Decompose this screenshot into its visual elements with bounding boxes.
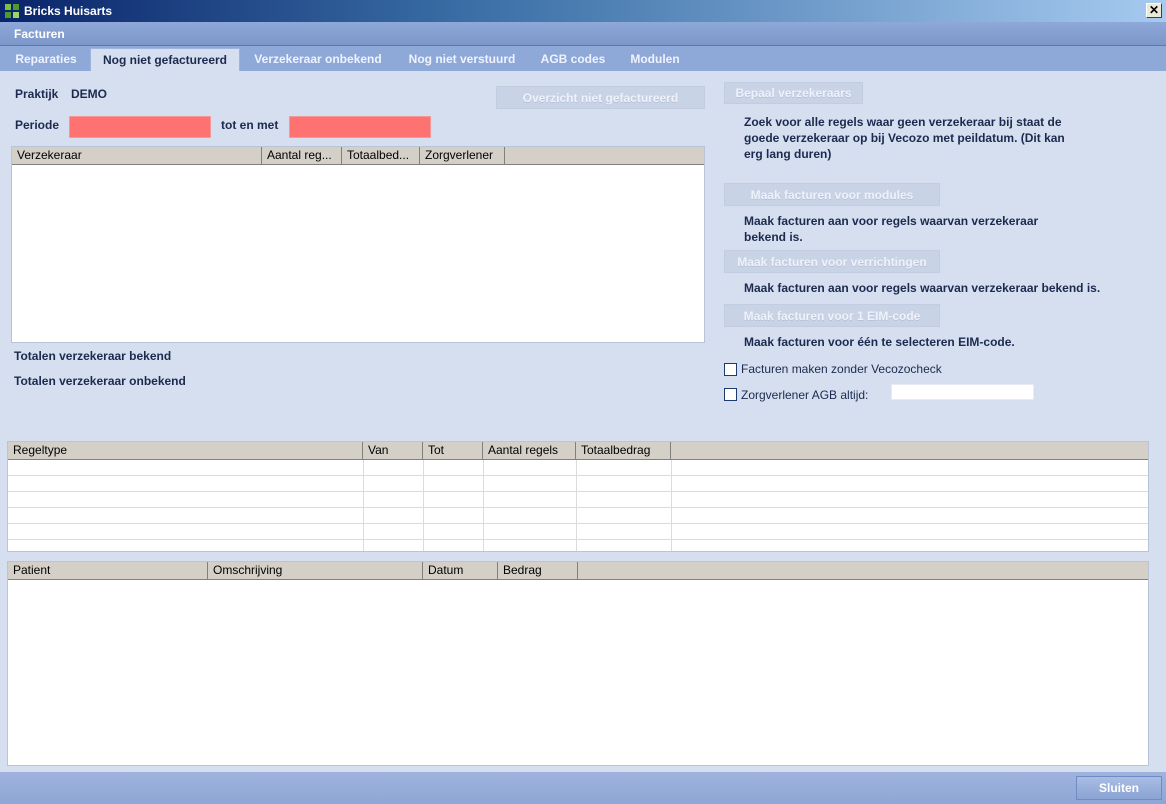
verzekeraar-table-header: Verzekeraar Aantal reg... Totaalbed... Z… <box>12 147 704 165</box>
column-header-verzekeraar[interactable]: Verzekeraar <box>12 147 262 165</box>
sluiten-button[interactable]: Sluiten <box>1076 776 1162 800</box>
tab-nog-niet-verstuurd[interactable]: Nog niet verstuurd <box>398 48 526 71</box>
column-divider <box>671 460 672 551</box>
column-header-regeltype[interactable]: Regeltype <box>8 442 363 460</box>
verzekeraar-table: Verzekeraar Aantal reg... Totaalbed... Z… <box>11 146 705 343</box>
column-header-datum[interactable]: Datum <box>423 562 498 580</box>
column-divider <box>423 460 424 551</box>
regeltype-table: Regeltype Van Tot Aantal regels Totaalbe… <box>7 441 1149 552</box>
eim-description: Maak facturen voor één te selecteren EIM… <box>744 335 1015 349</box>
column-header-van[interactable]: Van <box>363 442 423 460</box>
tab-bar: Reparaties Nog niet gefactureerd Verzeke… <box>0 46 1166 71</box>
tab-reparaties[interactable]: Reparaties <box>4 48 88 71</box>
overzicht-niet-gefactureerd-button[interactable]: Overzicht niet gefactureerd <box>496 86 705 109</box>
footer-bar: Sluiten <box>0 772 1166 804</box>
table-row[interactable] <box>8 460 1148 476</box>
column-divider <box>363 460 364 551</box>
title-bar: Bricks Huisarts ✕ <box>0 0 1166 22</box>
column-header-omschrijving[interactable]: Omschrijving <box>208 562 423 580</box>
table-row[interactable] <box>8 476 1148 492</box>
column-header-patient[interactable]: Patient <box>8 562 208 580</box>
tot-en-met-label: tot en met <box>221 118 279 132</box>
periode-label: Periode <box>15 118 60 132</box>
tab-nog-niet-gefactureerd[interactable]: Nog niet gefactureerd <box>90 48 240 71</box>
table-row[interactable] <box>8 492 1148 508</box>
column-header-totaalbedrag[interactable]: Totaalbedrag <box>576 442 671 460</box>
zorgverlener-agb-checkbox[interactable] <box>724 388 737 401</box>
zorgverlener-agb-label: Zorgverlener AGB altijd: <box>741 388 869 402</box>
window-title: Bricks Huisarts <box>24 4 113 18</box>
column-header-aantal-regels[interactable]: Aantal reg... <box>262 147 342 165</box>
verrichtingen-description: Maak facturen aan voor regels waarvan ve… <box>744 281 1101 295</box>
section-header: Facturen <box>0 22 1166 46</box>
column-divider <box>576 460 577 551</box>
patient-table: Patient Omschrijving Datum Bedrag <box>7 561 1149 766</box>
section-title: Facturen <box>14 27 65 41</box>
table-row[interactable] <box>8 524 1148 540</box>
praktijk-value: DEMO <box>71 87 107 101</box>
column-header-zorgverlener[interactable]: Zorgverlener <box>420 147 505 165</box>
close-icon: ✕ <box>1148 3 1160 17</box>
app-icon <box>5 4 19 18</box>
column-divider <box>483 460 484 551</box>
zorgverlener-agb-input[interactable] <box>891 384 1034 400</box>
column-header-totaalbedrag[interactable]: Totaalbed... <box>342 147 420 165</box>
modules-description: Maak facturen aan voor regels waarvan ve… <box>744 214 1039 244</box>
praktijk-label: Praktijk <box>15 87 59 101</box>
totalen-onbekend-label: Totalen verzekeraar onbekend <box>14 374 186 388</box>
zonder-vecozocheck-checkbox[interactable] <box>724 363 737 376</box>
patient-table-header: Patient Omschrijving Datum Bedrag <box>8 562 1148 580</box>
column-header-bedrag[interactable]: Bedrag <box>498 562 578 580</box>
table-row[interactable] <box>8 508 1148 524</box>
regeltype-table-header: Regeltype Van Tot Aantal regels Totaalbe… <box>8 442 1148 460</box>
maak-facturen-modules-button[interactable]: Maak facturen voor modules <box>724 183 940 206</box>
tab-modulen[interactable]: Modulen <box>618 48 692 71</box>
maak-facturen-verrichtingen-button[interactable]: Maak facturen voor verrichtingen <box>724 250 940 273</box>
maak-facturen-eim-button[interactable]: Maak facturen voor 1 EIM-code <box>724 304 940 327</box>
tab-verzekeraar-onbekend[interactable]: Verzekeraar onbekend <box>242 48 394 71</box>
periode-van-field[interactable] <box>69 116 211 138</box>
column-header-tot[interactable]: Tot <box>423 442 483 460</box>
tab-agb-codes[interactable]: AGB codes <box>530 48 616 71</box>
zonder-vecozocheck-label: Facturen maken zonder Vecozocheck <box>741 362 942 376</box>
table-row[interactable] <box>8 540 1148 551</box>
totalen-bekend-label: Totalen verzekeraar bekend <box>14 349 172 363</box>
bepaal-verzekeraars-button[interactable]: Bepaal verzekeraars <box>724 82 863 104</box>
bepaal-description: Zoek voor alle regels waar geen verzeker… <box>744 115 1065 161</box>
column-header-aantal-regels[interactable]: Aantal regels <box>483 442 576 460</box>
periode-tot-field[interactable] <box>289 116 431 138</box>
window-close-button[interactable]: ✕ <box>1146 3 1162 18</box>
